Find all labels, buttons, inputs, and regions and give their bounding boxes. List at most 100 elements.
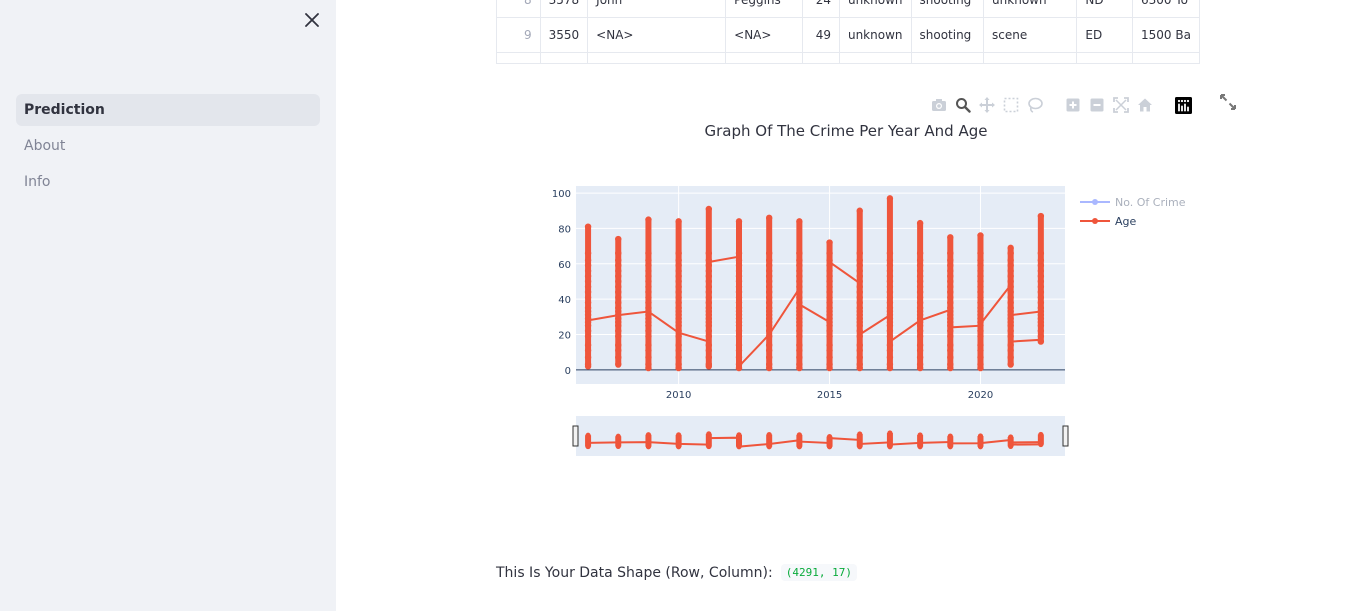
age-point [1037,249,1045,257]
age-point [584,257,592,264]
row-index: 10 [496,52,541,63]
age-point [615,434,621,441]
table-cell: shooting [910,17,985,53]
home-icon [1138,98,1152,112]
table-cell: scene [983,17,1078,53]
age-point [615,235,622,243]
pan-icon [979,97,995,113]
fullscreen-button[interactable] [1220,94,1236,110]
age-point [947,434,953,441]
table-cell: <NA> [587,17,727,53]
zoom-button[interactable] [954,96,972,114]
age-point [796,434,802,441]
age-point [675,341,682,349]
legend-label: Age [1115,215,1137,228]
age-point [1007,354,1014,361]
age-point [675,249,682,257]
table-cell: John [587,52,727,63]
age-point [886,257,894,264]
age-point [675,257,682,264]
age-point [1037,212,1045,220]
age-point [977,361,984,368]
row-index: 8 [496,0,541,18]
age-point [977,354,984,361]
age-point [796,361,803,368]
table-cell: unknown [838,17,912,53]
table-cell: 3549 [539,52,589,63]
data-shape-line: This Is Your Data Shape (Row, Column): (… [496,564,857,581]
age-crime-chart[interactable]: 0 20 40 60 80 100 2010 2015 2020 No. Of Crime Age [536,150,1196,470]
data-table[interactable]: 8 3578 John Peggins 24 unknown shooting unknown… [496,0,1200,64]
age-point [735,249,743,257]
table-cell: <NA> [725,17,803,53]
table-cell: 49 [801,17,840,53]
legend-swatch-marker [1092,218,1098,224]
age-point [705,354,713,361]
age-point [947,234,954,241]
age-point [947,257,954,264]
table-cell: ND [1076,0,1133,18]
age-point [886,341,894,349]
age-point [645,354,652,361]
table-cell: ND [1076,52,1133,63]
age-point [615,354,622,361]
main-content: 8 3578 John Peggins 24 unknown shooting unknown… [336,0,1360,611]
box-select-button[interactable] [1002,96,1020,114]
table-row: 9 3550 <NA> <NA> 49 unknown shooting scene ED 150… [496,17,1200,53]
pan-button[interactable] [978,96,996,114]
age-point [887,430,893,436]
close-sidebar-button[interactable] [300,8,324,32]
age-point [977,434,984,441]
plotly-logo-link[interactable] [1174,96,1192,114]
autoscale-button[interactable] [1112,96,1130,114]
age-point [705,361,713,368]
rangeslider-handle-right [1062,425,1069,447]
age-point [886,249,894,257]
y-tick-label: 40 [558,295,571,306]
age-point [977,257,984,264]
sidebar-item-info[interactable]: Info [16,166,320,198]
age-point [796,249,803,257]
table-cell: unknown [838,0,912,18]
age-point [916,219,924,227]
table-cell: unknown [983,52,1078,63]
download-plot-button[interactable] [930,96,948,114]
table-row: 8 3578 John Peggins 24 unknown shooting unknown… [496,0,1200,18]
age-point [826,239,833,246]
age-point [1037,257,1045,264]
age-point [615,249,622,257]
age-point [584,249,592,257]
age-point [615,257,622,264]
age-point [856,207,863,214]
age-point [645,434,652,441]
sidebar-item-about[interactable]: About [16,130,320,162]
age-point [765,341,773,349]
table-row: 103549JohnDoe31blackshootingunknownND220… [496,52,1200,63]
lasso-select-button[interactable] [1026,96,1044,114]
age-point [826,341,833,349]
zoom-out-button[interactable] [1088,96,1106,114]
reset-axes-button[interactable] [1136,96,1154,114]
table-cell: Doe [725,52,803,63]
sidebar-nav: Prediction About Info [16,94,320,202]
age-point [705,341,713,349]
y-tick-label: 20 [558,331,571,342]
age-point [584,354,592,361]
table-cell: 24 [801,0,840,18]
sidebar-item-prediction[interactable]: Prediction [16,94,320,126]
age-point [796,354,803,361]
age-point [645,249,652,257]
age-point [645,257,652,264]
rangeslider-handle-left [572,425,579,447]
age-point [856,249,863,257]
zoom-in-button[interactable] [1064,96,1082,114]
table-cell: 3578 [539,0,589,18]
age-point [765,249,773,257]
box-select-icon [1003,97,1019,113]
age-point [1007,249,1014,257]
age-point [645,216,652,223]
age-point [645,341,652,349]
age-point [947,341,954,349]
x-tick-label: 2010 [666,390,691,401]
age-point [916,361,924,368]
